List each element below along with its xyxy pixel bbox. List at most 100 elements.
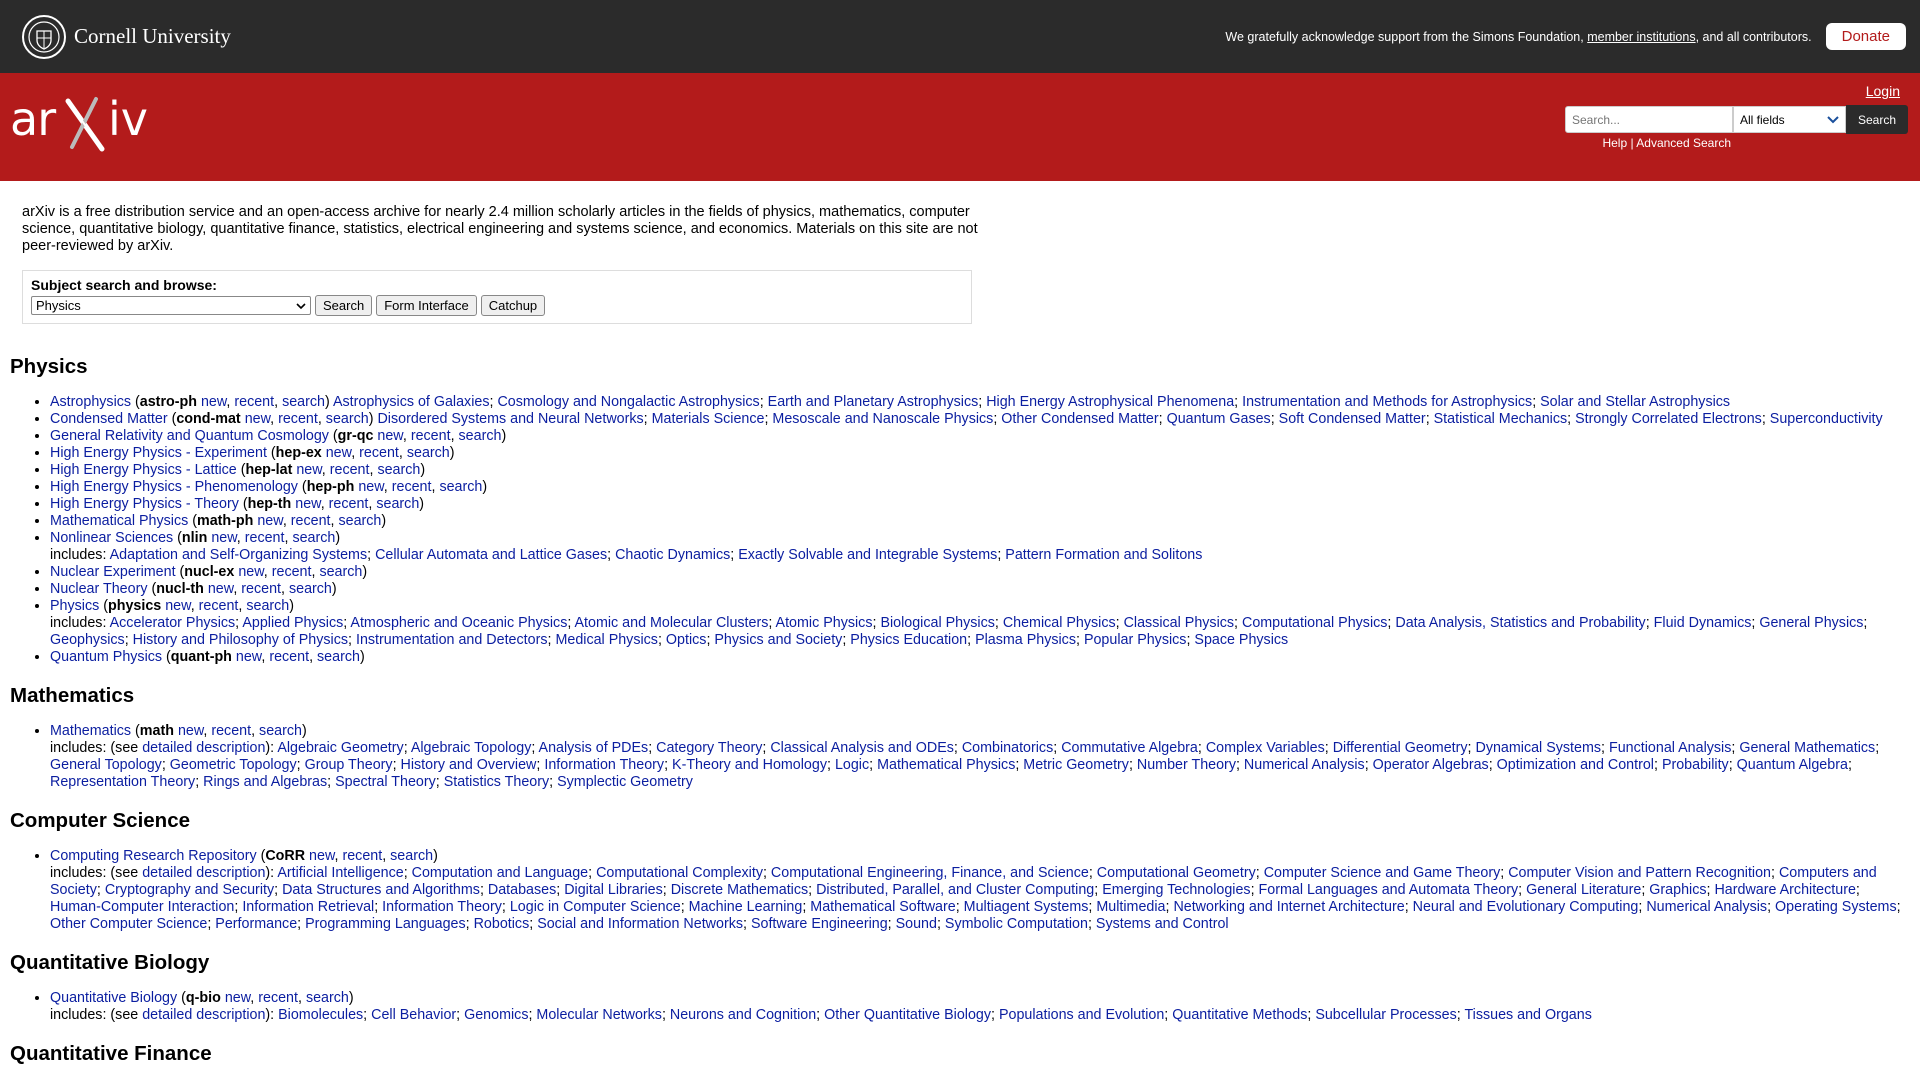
recent-link[interactable]: recent (342, 848, 382, 864)
subcategory-link[interactable]: Superconductivity (1770, 411, 1883, 427)
detailed-description-link[interactable]: detailed description (142, 865, 265, 881)
subcategory-link[interactable]: Multiagent Systems (964, 899, 1089, 915)
subcategory-link[interactable]: Optics (666, 632, 707, 648)
subcategory-link[interactable]: Computer Science and Game Theory (1264, 865, 1501, 881)
archive-link[interactable]: Quantitative Biology (50, 990, 177, 1006)
subcategory-link[interactable]: K-Theory and Homology (672, 757, 827, 773)
subcategory-link[interactable]: Numerical Analysis (1244, 757, 1365, 773)
subcategory-link[interactable]: Computational Complexity (596, 865, 763, 881)
search-link[interactable]: search (376, 496, 419, 512)
search-link[interactable]: search (439, 479, 482, 495)
subcategory-link[interactable]: Multimedia (1096, 899, 1165, 915)
subcategory-link[interactable]: Logic in Computer Science (510, 899, 681, 915)
subcategory-link[interactable]: Metric Geometry (1023, 757, 1129, 773)
subcategory-link[interactable]: Systems and Control (1096, 916, 1229, 932)
archive-link[interactable]: Nonlinear Sciences (50, 530, 173, 546)
subcategory-link[interactable]: Atomic and Molecular Clusters (575, 615, 769, 631)
new-link[interactable]: new (165, 598, 190, 614)
subcategory-link[interactable]: Operator Algebras (1373, 757, 1489, 773)
search-link[interactable]: search (326, 411, 369, 427)
subcategory-link[interactable]: Adaptation and Self-Organizing Systems (110, 547, 367, 563)
subcategory-link[interactable]: General Topology (50, 757, 162, 773)
subcategory-link[interactable]: Pattern Formation and Solitons (1005, 547, 1202, 563)
cornell-logo[interactable]: Cornell University (22, 14, 231, 59)
detailed-description-link[interactable]: detailed description (142, 740, 265, 756)
subcategory-link[interactable]: Tissues and Organs (1464, 1007, 1591, 1023)
archive-link[interactable]: Nuclear Theory (50, 581, 147, 597)
subcategory-link[interactable]: Symbolic Computation (945, 916, 1088, 932)
subcategory-link[interactable]: Accelerator Physics (110, 615, 236, 631)
recent-link[interactable]: recent (330, 462, 370, 478)
subcategory-link[interactable]: Physics and Society (714, 632, 842, 648)
subcategory-link[interactable]: Atmospheric and Oceanic Physics (350, 615, 567, 631)
archive-link[interactable]: General Relativity and Quantum Cosmology (50, 428, 329, 444)
archive-link[interactable]: Quantum Physics (50, 649, 162, 665)
subcategory-link[interactable]: Strongly Correlated Electrons (1575, 411, 1762, 427)
subcategory-link[interactable]: Cellular Automata and Lattice Gases (375, 547, 607, 563)
help-link[interactable]: Help (1602, 136, 1627, 150)
member-institutions-link[interactable]: member institutions (1587, 30, 1695, 44)
search-link[interactable]: search (317, 649, 360, 665)
subcategory-link[interactable]: Statistical Mechanics (1434, 411, 1568, 427)
subcategory-link[interactable]: Distributed, Parallel, and Cluster Compu… (816, 882, 1094, 898)
search-link[interactable]: search (292, 530, 335, 546)
search-link[interactable]: search (246, 598, 289, 614)
search-link[interactable]: search (259, 723, 302, 739)
subcategory-link[interactable]: General Physics (1759, 615, 1863, 631)
subcategory-link[interactable]: Representation Theory (50, 774, 195, 790)
new-link[interactable]: new (358, 479, 383, 495)
subcategory-link[interactable]: Discrete Mathematics (671, 882, 808, 898)
new-link[interactable]: new (295, 496, 320, 512)
archive-link[interactable]: Condensed Matter (50, 411, 168, 427)
subcategory-link[interactable]: Mesoscale and Nanoscale Physics (772, 411, 993, 427)
subcategory-link[interactable]: Emerging Technologies (1102, 882, 1250, 898)
search-link[interactable]: search (377, 462, 420, 478)
subcategory-link[interactable]: General Mathematics (1739, 740, 1875, 756)
new-link[interactable]: new (296, 462, 321, 478)
subcategory-link[interactable]: Machine Learning (689, 899, 803, 915)
subcategory-link[interactable]: Chemical Physics (1003, 615, 1116, 631)
login-link[interactable]: Login (1866, 83, 1900, 99)
archive-link[interactable]: Physics (50, 598, 99, 614)
subcategory-link[interactable]: Performance (215, 916, 297, 932)
recent-link[interactable]: recent (241, 581, 281, 597)
recent-link[interactable]: recent (411, 428, 451, 444)
subcategory-link[interactable]: Computation and Language (412, 865, 588, 881)
new-link[interactable]: new (245, 411, 270, 427)
search-input[interactable] (1564, 106, 1733, 133)
recent-link[interactable]: recent (392, 479, 432, 495)
archive-link[interactable]: Computing Research Repository (50, 848, 257, 864)
subcategory-link[interactable]: Genomics (464, 1007, 528, 1023)
subcategory-link[interactable]: Numerical Analysis (1646, 899, 1767, 915)
search-link[interactable]: search (338, 513, 381, 529)
subcategory-link[interactable]: Solar and Stellar Astrophysics (1540, 394, 1730, 410)
archive-link[interactable]: Mathematics (50, 723, 131, 739)
subcategory-link[interactable]: Physics Education (850, 632, 967, 648)
subject-select[interactable]: Physics (31, 296, 311, 315)
search-link[interactable]: search (306, 990, 349, 1006)
recent-link[interactable]: recent (359, 445, 399, 461)
new-link[interactable]: new (326, 445, 351, 461)
new-link[interactable]: new (211, 530, 236, 546)
subcategory-link[interactable]: Instrumentation and Detectors (356, 632, 548, 648)
subcategory-link[interactable]: Plasma Physics (975, 632, 1076, 648)
subcategory-link[interactable]: Biological Physics (880, 615, 994, 631)
advanced-search-link[interactable]: Advanced Search (1636, 136, 1731, 150)
subcategory-link[interactable]: Differential Geometry (1333, 740, 1468, 756)
subcategory-link[interactable]: Quantitative Methods (1172, 1007, 1307, 1023)
archive-link[interactable]: High Energy Physics - Lattice (50, 462, 237, 478)
detailed-description-link[interactable]: detailed description (142, 1007, 265, 1023)
subcategory-link[interactable]: Cosmology and Nongalactic Astrophysics (497, 394, 759, 410)
search-link[interactable]: search (459, 428, 502, 444)
search-link[interactable]: search (319, 564, 362, 580)
subcategory-link[interactable]: Applied Physics (242, 615, 343, 631)
subcategory-link[interactable]: Cell Behavior (371, 1007, 456, 1023)
subcategory-link[interactable]: Classical Analysis and ODEs (770, 740, 954, 756)
new-link[interactable]: new (225, 990, 250, 1006)
subcategory-link[interactable]: Other Condensed Matter (1001, 411, 1158, 427)
subcategory-link[interactable]: Other Quantitative Biology (824, 1007, 991, 1023)
subcategory-link[interactable]: Information Theory (544, 757, 664, 773)
subcategory-link[interactable]: Networking and Internet Architecture (1173, 899, 1404, 915)
subcategory-link[interactable]: Atomic Physics (776, 615, 873, 631)
subcategory-link[interactable]: Astrophysics of Galaxies (333, 394, 490, 410)
